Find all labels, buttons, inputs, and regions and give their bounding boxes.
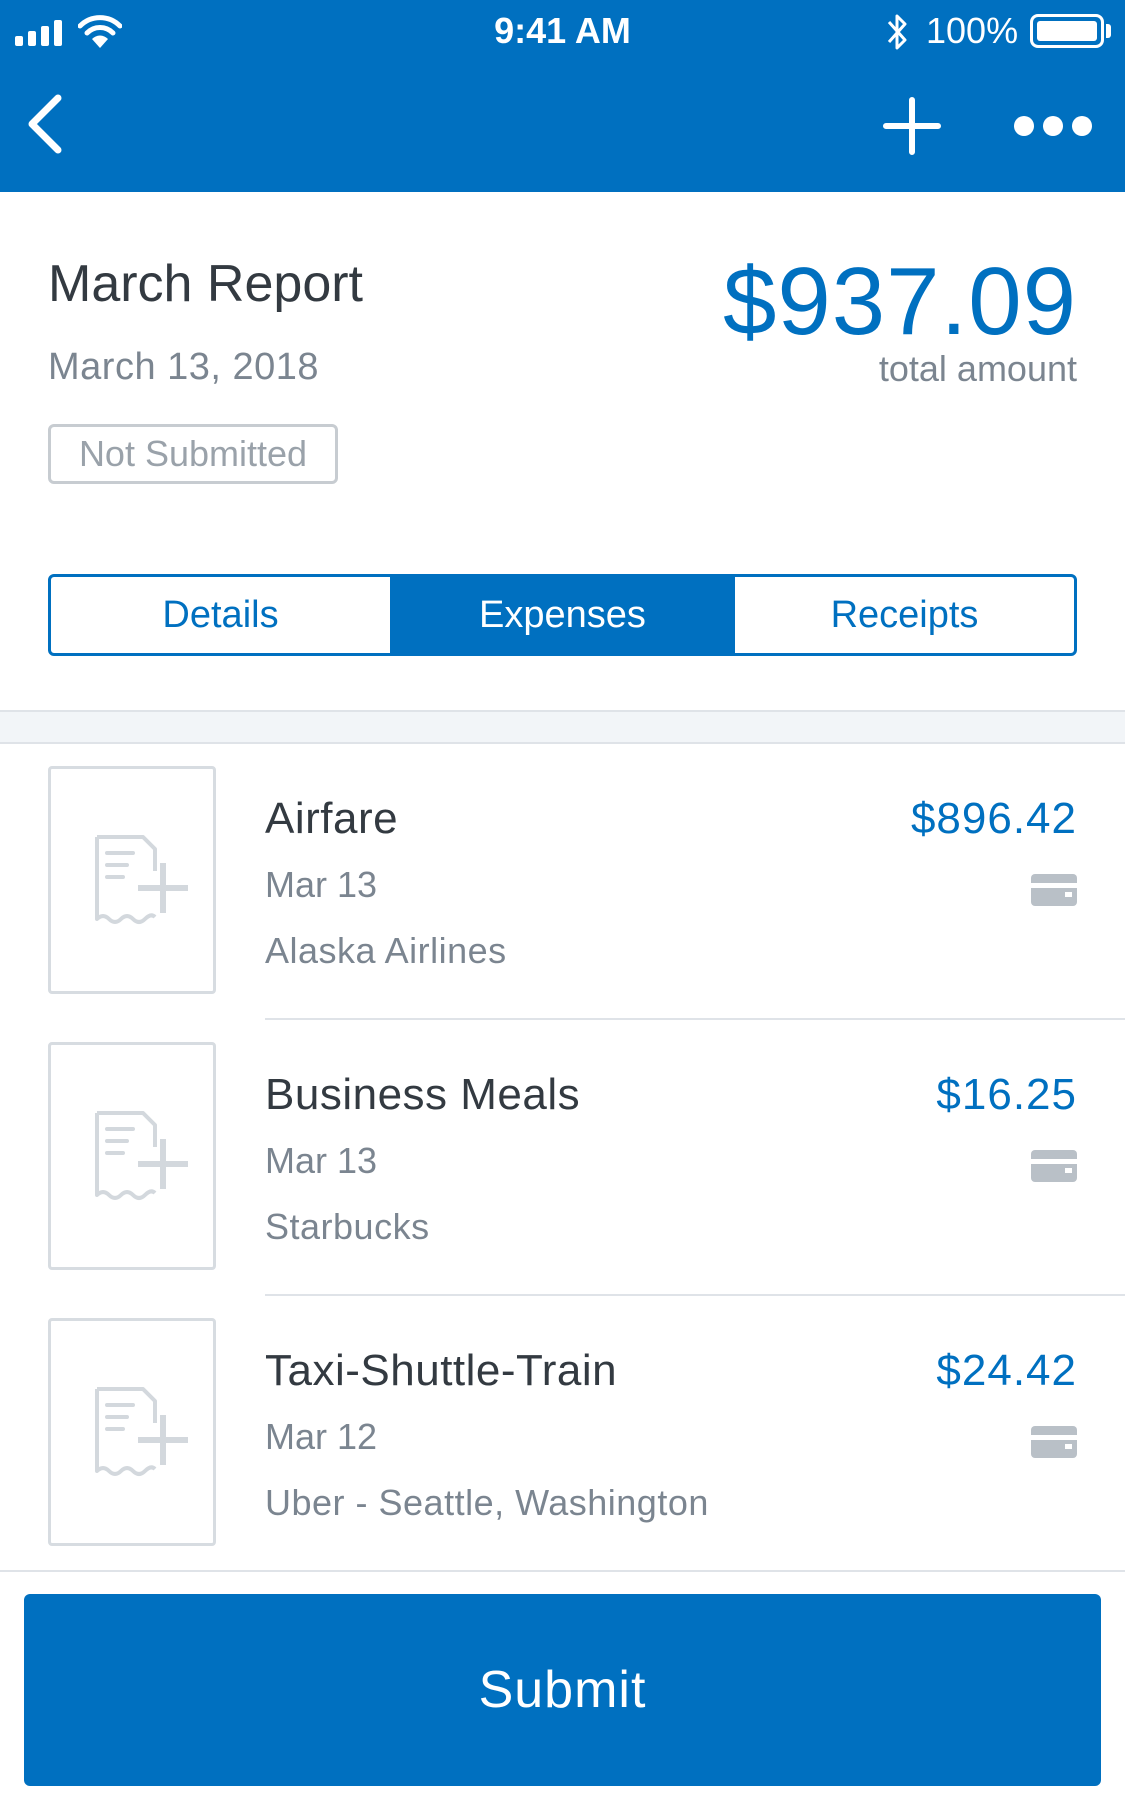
- tab-receipts[interactable]: Receipts: [732, 577, 1074, 653]
- total-amount: $937.09: [722, 248, 1077, 355]
- tab-details[interactable]: Details: [51, 577, 390, 653]
- section-divider: [0, 710, 1125, 744]
- add-receipt-icon: [95, 1387, 188, 1476]
- ellipsis-icon[interactable]: [1014, 114, 1092, 138]
- expense-date: Mar 13: [265, 864, 378, 905]
- credit-card-icon: [1031, 1150, 1077, 1182]
- expense-row-business-meals[interactable]: Business Meals Mar 13 Starbucks $16.25: [0, 1020, 1125, 1296]
- total-amount-label: total amount: [878, 348, 1077, 389]
- battery-percent: 100%: [926, 10, 1019, 51]
- expense-amount: $24.42: [936, 1346, 1077, 1395]
- expense-vendor: Alaska Airlines: [265, 930, 507, 971]
- receipt-thumbnail[interactable]: [48, 1318, 216, 1546]
- expense-date: Mar 13: [265, 1140, 378, 1181]
- expense-amount: $896.42: [910, 794, 1077, 843]
- tab-expenses[interactable]: Expenses: [390, 577, 732, 653]
- plus-icon[interactable]: [882, 96, 942, 156]
- expense-vendor: Starbucks: [265, 1206, 430, 1247]
- report-date: March 13, 2018: [48, 346, 320, 388]
- page-title: March Report: [48, 255, 363, 313]
- credit-card-icon: [1031, 874, 1077, 906]
- submit-button[interactable]: Submit: [24, 1594, 1101, 1786]
- footer-divider: [0, 1570, 1125, 1572]
- expense-row-taxi[interactable]: Taxi-Shuttle-Train Mar 12 Uber - Seattle…: [0, 1296, 1125, 1572]
- battery-tip: [1106, 24, 1111, 38]
- add-receipt-icon: [95, 1111, 188, 1200]
- chevron-left-icon[interactable]: [22, 92, 66, 156]
- segmented-tabs: Details Expenses Receipts: [48, 574, 1077, 656]
- expense-vendor: Uber - Seattle, Washington: [265, 1482, 709, 1523]
- expense-amount: $16.25: [936, 1070, 1077, 1119]
- add-receipt-icon: [95, 835, 188, 924]
- expense-category: Airfare: [265, 794, 399, 843]
- expense-category: Taxi-Shuttle-Train: [265, 1346, 618, 1395]
- bluetooth-icon: [887, 14, 907, 50]
- expense-date: Mar 12: [265, 1416, 378, 1457]
- expense-category: Business Meals: [265, 1070, 581, 1119]
- top-bar: 9:41 AM 100%: [0, 0, 1125, 192]
- expense-list: Airfare Mar 13 Alaska Airlines $896.42 B…: [0, 744, 1125, 1572]
- status-badge: Not Submitted: [48, 424, 338, 484]
- expense-row-airfare[interactable]: Airfare Mar 13 Alaska Airlines $896.42: [0, 744, 1125, 1020]
- receipt-thumbnail[interactable]: [48, 1042, 216, 1270]
- credit-card-icon: [1031, 1426, 1077, 1458]
- battery-icon: [1030, 14, 1104, 48]
- receipt-thumbnail[interactable]: [48, 766, 216, 994]
